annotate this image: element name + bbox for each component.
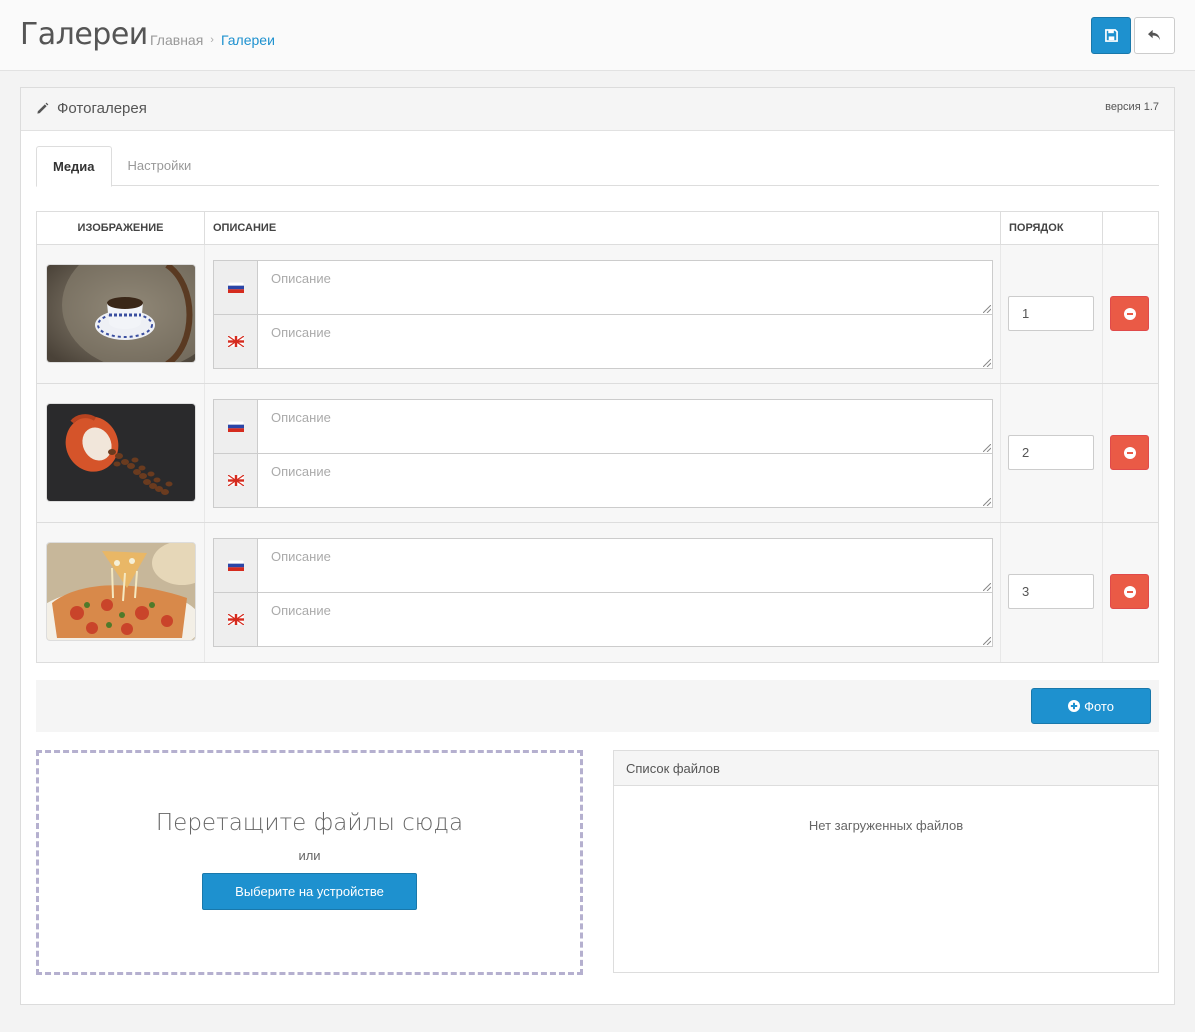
- tabs: Медиа Настройки: [36, 146, 1159, 187]
- table-header: Изображение Описание Порядок: [37, 212, 1158, 245]
- description-group-ru: Описание: [213, 399, 993, 454]
- table-row: Описание Описание 1: [37, 245, 1158, 384]
- description-group-en: Описание: [213, 592, 993, 647]
- panel-heading: Фотогалерея версия 1.7: [21, 88, 1174, 131]
- description-group-en: Описание: [213, 314, 993, 369]
- breadcrumb-current[interactable]: Галереи: [221, 32, 275, 48]
- resize-grip-icon[interactable]: [983, 359, 991, 367]
- images-table: Изображение Описание Порядок: [36, 211, 1159, 663]
- flag-gb-icon: [213, 453, 257, 508]
- order-input[interactable]: 3: [1008, 574, 1094, 609]
- breadcrumb-home[interactable]: Главная: [150, 32, 203, 48]
- thumbnail-coffee-beans[interactable]: [46, 403, 196, 502]
- dropzone-title: Перетащите файлы сюда: [155, 810, 464, 836]
- reply-icon: [1148, 29, 1161, 41]
- tab-settings[interactable]: Настройки: [112, 146, 208, 186]
- order-input[interactable]: 2: [1008, 435, 1094, 470]
- page-header: Галереи Главная › Галереи: [0, 0, 1195, 71]
- minus-circle-icon: [1123, 585, 1136, 598]
- resize-grip-icon[interactable]: [983, 444, 991, 452]
- gallery-panel: Фотогалерея версия 1.7 Медиа Настройки И…: [20, 87, 1175, 1005]
- file-dropzone[interactable]: Перетащите файлы сюда или Выберите на ус…: [36, 750, 583, 975]
- description-input-en[interactable]: Описание: [257, 453, 993, 508]
- description-group-en: Описание: [213, 453, 993, 508]
- back-button[interactable]: [1134, 17, 1175, 54]
- flag-ru-icon: [213, 538, 257, 593]
- remove-image-button[interactable]: [1110, 296, 1149, 331]
- resize-grip-icon[interactable]: [983, 637, 991, 645]
- choose-files-button[interactable]: Выберите на устройстве: [202, 873, 417, 910]
- thumbnail-coffee-cup[interactable]: [46, 264, 196, 363]
- flag-gb-icon: [213, 314, 257, 369]
- save-icon: [1104, 29, 1118, 42]
- description-group-ru: Описание: [213, 260, 993, 315]
- resize-grip-icon[interactable]: [983, 498, 991, 506]
- description-input-ru[interactable]: Описание: [257, 538, 993, 593]
- file-list-empty: Нет загруженных файлов: [808, 818, 964, 833]
- plus-circle-icon: [1068, 700, 1081, 712]
- description-input-ru[interactable]: Описание: [257, 399, 993, 454]
- description-input-en[interactable]: Описание: [257, 314, 993, 369]
- column-header-description: Описание: [205, 212, 1001, 244]
- dropzone-or: или: [298, 848, 321, 863]
- panel-title: Фотогалерея: [36, 100, 147, 117]
- minus-circle-icon: [1123, 446, 1136, 459]
- page-title: Галереи: [20, 17, 148, 52]
- resize-grip-icon[interactable]: [983, 305, 991, 313]
- remove-image-button[interactable]: [1110, 435, 1149, 470]
- description-input-ru[interactable]: Описание: [257, 260, 993, 315]
- table-row: Описание Описание 3: [37, 523, 1158, 662]
- add-photo-bar: Фото: [36, 680, 1159, 732]
- tab-media[interactable]: Медиа: [36, 146, 112, 187]
- add-photo-label: Фото: [1084, 698, 1114, 714]
- panel-title-text: Фотогалерея: [57, 100, 147, 117]
- column-header-actions: [1103, 212, 1158, 244]
- add-photo-button[interactable]: Фото: [1031, 688, 1151, 724]
- thumbnail-pizza[interactable]: [46, 542, 196, 641]
- chevron-right-icon: ›: [210, 34, 214, 46]
- minus-circle-icon: [1123, 307, 1136, 320]
- file-list-panel: Список файлов Нет загруженных файлов: [613, 750, 1159, 973]
- order-input[interactable]: 1: [1008, 296, 1094, 331]
- flag-gb-icon: [213, 592, 257, 647]
- table-row: Описание Описание 2: [37, 384, 1158, 523]
- remove-image-button[interactable]: [1110, 574, 1149, 609]
- column-header-image: Изображение: [37, 212, 205, 244]
- resize-grip-icon[interactable]: [983, 583, 991, 591]
- flag-ru-icon: [213, 260, 257, 315]
- breadcrumb: Главная › Галереи: [150, 32, 275, 48]
- description-input-en[interactable]: Описание: [257, 592, 993, 647]
- version-label: версия 1.7: [1105, 101, 1159, 113]
- pencil-icon: [37, 102, 49, 114]
- save-button[interactable]: [1091, 17, 1131, 54]
- flag-ru-icon: [213, 399, 257, 454]
- file-list-title: Список файлов: [614, 751, 1158, 786]
- column-header-order: Порядок: [1001, 212, 1103, 244]
- description-group-ru: Описание: [213, 538, 993, 593]
